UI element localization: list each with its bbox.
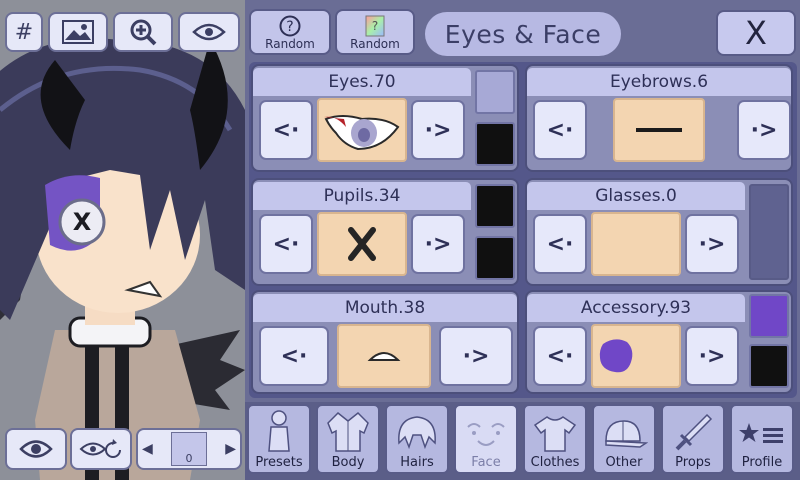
eyes-preview — [317, 98, 407, 162]
pupil-x-icon — [348, 227, 376, 261]
eyes-next-button[interactable]: ·> — [411, 100, 465, 160]
nav-clothes-label: Clothes — [530, 455, 580, 470]
nav-hairs-label: Hairs — [400, 455, 434, 470]
eye-shape-icon — [324, 115, 400, 151]
eye-refresh-icon — [79, 439, 121, 458]
eyes-color-swatch-secondary[interactable] — [475, 122, 515, 166]
random-color-button[interactable]: ? Random — [335, 9, 415, 55]
pupils-preview — [317, 212, 407, 276]
random-button-label: Random — [265, 37, 315, 51]
face-icon — [467, 423, 505, 446]
nav-other[interactable]: Other — [592, 404, 656, 474]
rainbow-question-icon: ? — [365, 15, 385, 37]
eyebrows-preview — [613, 98, 705, 162]
feature-card-glasses: Glasses.0 <· ·> — [525, 178, 793, 286]
feature-label-accessory: Accessory.93 — [527, 294, 745, 322]
visibility-button[interactable] — [178, 12, 240, 52]
hash-toggle-button[interactable]: # — [5, 12, 43, 52]
character-preview-panel: X # ◀ 0 ▶ — [0, 0, 245, 480]
star-list-icon — [739, 423, 783, 443]
feature-grid: Eyes.70 <· ·> Eyebrows.6 <· ·> Pupils.34… — [249, 62, 797, 398]
face-paint-icon — [599, 339, 633, 373]
eyebrows-prev-button[interactable]: <· — [533, 100, 587, 160]
person-icon — [268, 410, 290, 452]
nav-face-label: Face — [471, 455, 501, 470]
eyes-color-swatch-primary[interactable] — [475, 70, 515, 114]
pupils-color-swatch-secondary[interactable] — [475, 236, 515, 280]
accessory-next-button[interactable]: ·> — [685, 326, 739, 386]
feature-card-eyes: Eyes.70 <· ·> — [251, 64, 519, 172]
sword-icon — [675, 413, 713, 451]
feature-label-eyes: Eyes.70 — [253, 68, 471, 96]
accessory-preview — [591, 324, 681, 388]
nav-props-label: Props — [675, 455, 711, 470]
jacket-icon — [327, 411, 369, 452]
page-prev-arrow-icon[interactable]: ◀ — [142, 441, 153, 457]
feature-card-mouth: Mouth.38 <· ·> — [251, 290, 519, 394]
eyebrows-next-button[interactable]: ·> — [737, 100, 791, 160]
glasses-prev-button[interactable]: <· — [533, 214, 587, 274]
image-icon — [62, 20, 94, 44]
question-circle-icon: ? — [279, 15, 301, 37]
nav-presets[interactable]: Presets — [247, 404, 311, 474]
nav-body-label: Body — [331, 455, 365, 470]
page-number: 0 — [185, 452, 193, 465]
feature-card-accessory: Accessory.93 <· ·> — [525, 290, 793, 394]
accessory-prev-button[interactable]: <· — [533, 326, 587, 386]
nav-clothes[interactable]: Clothes — [523, 404, 587, 474]
pupils-prev-button[interactable]: <· — [259, 214, 313, 274]
glasses-color-swatch-disabled — [749, 184, 789, 280]
editor-panel: ? Random ? Random Eyes & Face X Eyes.70 … — [245, 0, 800, 480]
mouth-preview — [337, 324, 431, 388]
nav-props[interactable]: Props — [661, 404, 725, 474]
shirt-icon — [533, 416, 577, 452]
nav-other-label: Other — [605, 455, 643, 470]
character-illustration: X — [0, 0, 245, 480]
feature-label-eyebrows: Eyebrows.6 — [527, 68, 791, 96]
pupils-color-swatch-primary[interactable] — [475, 184, 515, 228]
eyes-prev-button[interactable]: <· — [259, 100, 313, 160]
feature-card-pupils: Pupils.34 <· ·> — [251, 178, 519, 286]
svg-text:?: ? — [372, 19, 378, 33]
eye-icon — [192, 23, 226, 41]
feature-label-pupils: Pupils.34 — [253, 182, 471, 210]
view-reset-button[interactable] — [70, 428, 132, 470]
feature-label-glasses: Glasses.0 — [527, 182, 745, 210]
page-thumbnail: 0 — [171, 432, 207, 466]
random-button[interactable]: ? Random — [249, 9, 331, 55]
page-next-arrow-icon[interactable]: ▶ — [225, 441, 236, 457]
feature-label-mouth: Mouth.38 — [253, 294, 517, 322]
feature-card-eyebrows: Eyebrows.6 <· ·> — [525, 64, 793, 172]
hair-icon — [398, 416, 436, 450]
eye-icon — [19, 440, 53, 458]
glasses-next-button[interactable]: ·> — [685, 214, 739, 274]
page-selector: ◀ 0 ▶ — [136, 428, 242, 470]
pupils-next-button[interactable]: ·> — [411, 214, 465, 274]
accessory-color-swatch-primary[interactable] — [749, 294, 789, 338]
close-button[interactable]: X — [716, 10, 796, 56]
view-toggle-button[interactable] — [5, 428, 67, 470]
zoom-button[interactable] — [113, 12, 173, 52]
nav-presets-label: Presets — [255, 455, 303, 470]
background-image-button[interactable] — [48, 12, 108, 52]
svg-text:?: ? — [286, 19, 293, 35]
mouth-shape-icon — [367, 352, 401, 361]
nav-face[interactable]: Face — [454, 404, 518, 474]
glasses-preview — [591, 212, 681, 276]
random-color-button-label: Random — [350, 37, 400, 51]
eyebrow-shape-icon — [636, 128, 682, 132]
page-title: Eyes & Face — [425, 12, 621, 56]
mouth-next-button[interactable]: ·> — [439, 326, 513, 386]
nav-hairs[interactable]: Hairs — [385, 404, 449, 474]
cap-icon — [605, 420, 648, 448]
svg-text:X: X — [73, 208, 92, 236]
zoom-in-icon — [130, 19, 157, 46]
nav-profile-label: Profile — [741, 455, 783, 470]
mouth-prev-button[interactable]: <· — [259, 326, 329, 386]
nav-body[interactable]: Body — [316, 404, 380, 474]
accessory-color-swatch-secondary[interactable] — [749, 344, 789, 388]
category-nav: Presets Body Hairs Face Clothes Other Pr… — [245, 402, 800, 480]
nav-profile[interactable]: Profile — [730, 404, 794, 474]
